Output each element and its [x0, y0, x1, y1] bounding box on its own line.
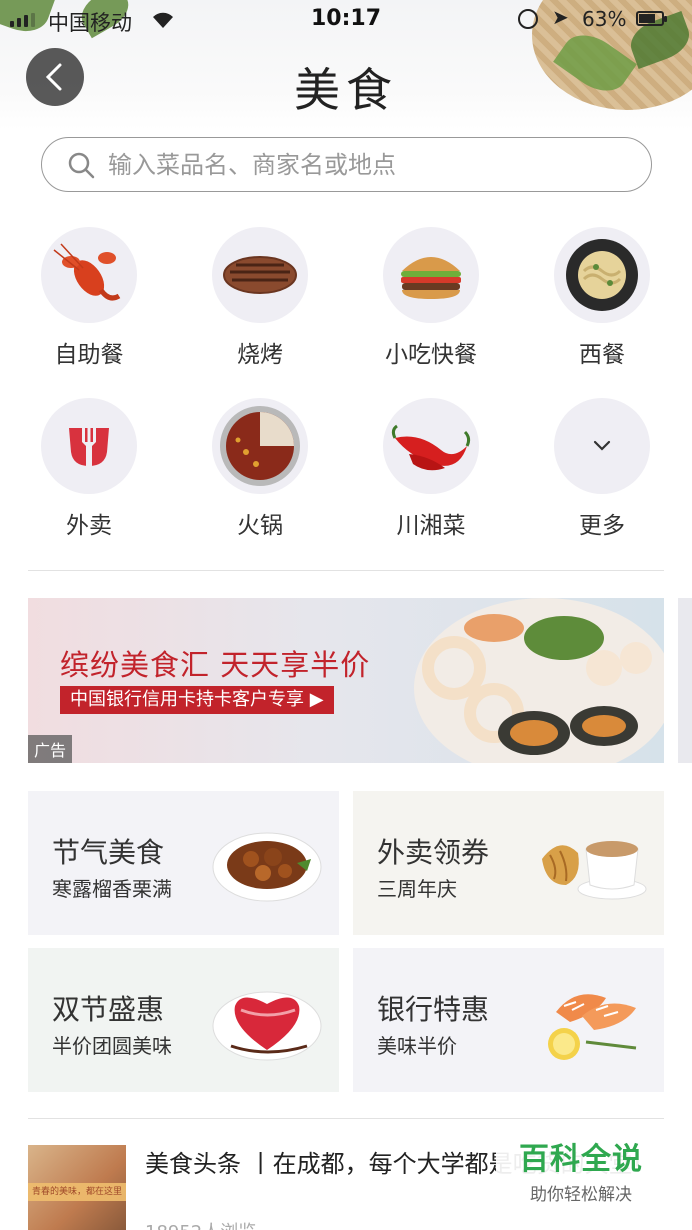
- ad-banner[interactable]: 缤纷美食汇 天天享半价 中国银行信用卡持卡客户专享 ▶ 广告: [28, 598, 664, 763]
- coffee-croissant-image: [542, 841, 647, 900]
- chili-icon: [383, 398, 479, 494]
- category-snack[interactable]: 小吃快餐: [356, 227, 506, 369]
- orientation-lock-icon: [518, 9, 538, 29]
- watermark-subtitle: 助你轻松解决: [530, 1185, 632, 1205]
- promo-card-bank[interactable]: 银行特惠 美味半价: [353, 948, 664, 1092]
- page-title: 美食: [294, 63, 398, 117]
- promo-card-seasonal[interactable]: 节气美食 寒露榴香栗满: [28, 791, 339, 935]
- heart-cake-image: [212, 991, 322, 1061]
- location-arrow-icon: ➤: [552, 5, 569, 29]
- news-thumb-caption: 青春的美味，都在这里: [28, 1183, 126, 1201]
- category-label: 西餐: [579, 342, 625, 368]
- search-icon: [68, 152, 95, 178]
- category-label: 外卖: [66, 513, 112, 539]
- category-label: 火锅: [237, 513, 283, 539]
- lobster-icon: [41, 227, 137, 323]
- promo-title: 双节盛惠: [52, 993, 165, 1026]
- category-bbq[interactable]: 烧烤: [185, 227, 335, 369]
- promo-subtitle: 美味半价: [377, 1034, 457, 1058]
- category-label: 小吃快餐: [385, 342, 477, 368]
- category-sichuan-hunan[interactable]: 川湘菜: [356, 398, 506, 540]
- fork-bag-icon: [41, 398, 137, 494]
- category-buffet[interactable]: 自助餐: [14, 227, 164, 369]
- pasta-icon: [554, 227, 650, 323]
- watermark-title: 百科全说: [519, 1142, 643, 1177]
- battery-percent: 63%: [582, 7, 627, 31]
- news-thumbnail[interactable]: 青春的美味，都在这里: [28, 1145, 126, 1230]
- search-input[interactable]: [108, 150, 608, 179]
- category-hotpot[interactable]: 火锅: [185, 398, 335, 540]
- news-view-count: 18952人浏览: [145, 1218, 256, 1230]
- promo-title: 银行特惠: [377, 993, 490, 1026]
- category-takeout[interactable]: 外卖: [14, 398, 164, 540]
- promo-title: 外卖领券: [377, 836, 490, 869]
- category-label: 更多: [579, 513, 625, 539]
- category-western[interactable]: 西餐: [527, 227, 677, 369]
- banner-title: 缤纷美食汇 天天享半价: [60, 648, 371, 682]
- watermark: 百科全说 助你轻松解决: [496, 1134, 666, 1205]
- next-banner-peek: [678, 598, 692, 763]
- banner-subtitle: 中国银行信用卡持卡客户专享 ▶: [60, 686, 334, 714]
- promo-title: 节气美食: [52, 836, 165, 869]
- promo-card-festival[interactable]: 双节盛惠 半价团圆美味: [28, 948, 339, 1092]
- promo-subtitle: 半价团圆美味: [52, 1034, 172, 1058]
- status-bar: 中国移动 10:17 ➤ 63%: [0, 0, 692, 40]
- search-bar[interactable]: [41, 137, 652, 192]
- category-more[interactable]: 更多: [527, 398, 677, 540]
- grilled-meat-icon: [212, 227, 308, 323]
- promo-card-takeout[interactable]: 外卖领券 三周年庆: [353, 791, 664, 935]
- category-label: 川湘菜: [396, 513, 466, 539]
- battery-icon: [636, 11, 667, 26]
- chevron-down-icon: [554, 398, 650, 494]
- burger-icon: [383, 227, 479, 323]
- category-label: 烧烤: [237, 342, 283, 368]
- divider: [28, 570, 664, 571]
- promo-subtitle: 寒露榴香栗满: [52, 877, 172, 901]
- seafood-platter-image: [414, 598, 664, 763]
- category-label: 自助餐: [54, 342, 124, 368]
- shrimp-image: [548, 994, 637, 1060]
- hotpot-icon: [212, 398, 308, 494]
- ad-tag: 广告: [28, 735, 73, 763]
- braised-dish-image: [212, 832, 322, 902]
- promo-subtitle: 三周年庆: [377, 877, 457, 901]
- divider: [28, 1118, 664, 1119]
